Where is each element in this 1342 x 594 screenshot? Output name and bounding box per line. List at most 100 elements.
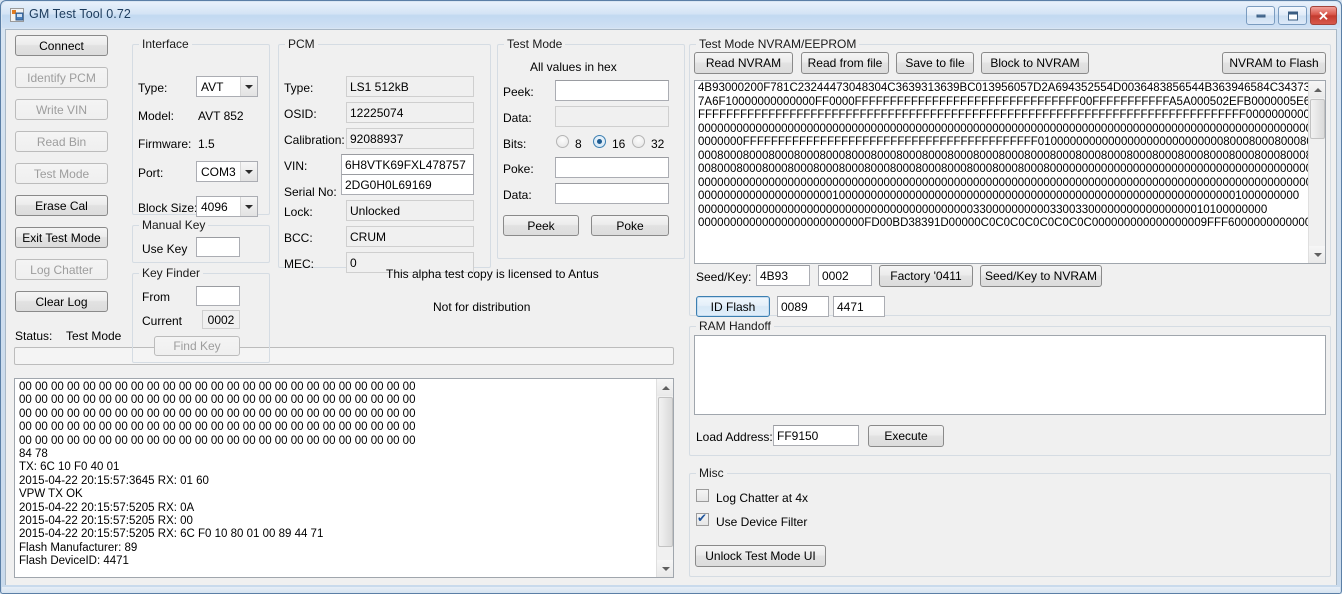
poke-input[interactable] <box>555 157 669 178</box>
bits-radio-16[interactable] <box>593 135 606 148</box>
save-to-file-button[interactable]: Save to file <box>896 52 974 74</box>
seed-key-to-nvram-button[interactable]: Seed/Key to NVRAM <box>980 265 1102 287</box>
pcm-mec-value: 0 <box>350 256 357 270</box>
clear-log-button[interactable]: Clear Log <box>15 291 108 312</box>
interface-port-select[interactable]: COM3 <box>196 161 258 182</box>
nvram-caption: Test Mode NVRAM/EEPROM <box>696 37 860 51</box>
pcm-vin-input[interactable]: 6H8VTK69FXL478757 <box>341 154 474 175</box>
read-from-file-button[interactable]: Read from file <box>801 52 889 74</box>
identify-pcm-button[interactable]: Identify PCM <box>15 67 108 88</box>
log-chatter-checkbox[interactable] <box>696 489 709 502</box>
nvram-to-flash-button[interactable]: NVRAM to Flash <box>1222 52 1326 74</box>
key-finder-caption: Key Finder <box>139 266 204 280</box>
exit-test-mode-button[interactable]: Exit Test Mode <box>15 227 108 248</box>
interface-firmware-label: Firmware: <box>138 137 192 151</box>
maximize-button[interactable] <box>1278 6 1307 25</box>
nvram-hex-text: 4B93000200F781C23244473048304C3639313639… <box>698 82 1326 229</box>
maximize-icon <box>1287 11 1298 20</box>
status-label: Status: <box>15 329 53 343</box>
scroll-thumb[interactable] <box>658 397 673 547</box>
button-label: Identify PCM <box>27 70 96 85</box>
pcm-serial-input[interactable]: 2DG0H0L69169 <box>341 174 474 195</box>
find-key-button[interactable]: Find Key <box>154 336 240 356</box>
chevron-down-icon[interactable] <box>240 162 257 181</box>
factory-key-button[interactable]: Factory '0411 <box>879 265 973 287</box>
load-address-input[interactable]: FF9150 <box>773 425 859 446</box>
block-to-nvram-button[interactable]: Block to NVRAM <box>981 52 1089 74</box>
flash-manufacturer-input[interactable]: 0089 <box>777 296 829 317</box>
poke-data-input[interactable] <box>555 183 669 204</box>
button-label: Write VIN <box>35 102 88 117</box>
button-label: Execute <box>884 429 928 443</box>
use-key-label: Use Key <box>142 242 188 256</box>
use-key-input[interactable] <box>196 237 240 257</box>
test-mode-button[interactable]: Test Mode <box>15 163 108 184</box>
key-finder-from-input[interactable] <box>196 286 240 306</box>
pcm-osid-label: OSID: <box>284 107 317 121</box>
scroll-down-button[interactable] <box>657 560 673 577</box>
button-label: Find Key <box>173 339 221 353</box>
button-label: NVRAM to Flash <box>1229 56 1319 70</box>
chevron-down-icon[interactable] <box>240 77 257 96</box>
interface-model-value: AVT 852 <box>198 109 244 123</box>
app-icon <box>10 8 24 22</box>
ram-handoff-textarea[interactable] <box>694 335 1326 415</box>
nvram-scrollbar[interactable] <box>1308 81 1325 263</box>
button-label: Poke <box>616 218 644 233</box>
pcm-lock-field: Unlocked <box>346 200 474 221</box>
flash-device-input[interactable]: 4471 <box>833 296 885 317</box>
log-output[interactable]: 00 00 00 00 00 00 00 00 00 00 00 00 00 0… <box>14 378 674 578</box>
button-label: ID Flash <box>710 299 756 314</box>
button-label: Log Chatter <box>30 262 93 277</box>
client-area: Connect Identify PCM Write VIN Read Bin … <box>5 29 1337 585</box>
connect-button[interactable]: Connect <box>15 35 108 56</box>
close-button[interactable]: ✕ <box>1310 6 1337 25</box>
pcm-caption: PCM <box>285 37 318 51</box>
interface-type-value: AVT <box>201 79 224 94</box>
pcm-calibration-field: 92088937 <box>346 128 474 149</box>
test-mode-hint: All values in hex <box>530 60 617 74</box>
interface-block-size-select[interactable]: 4096 <box>196 196 258 217</box>
bits-radio-32[interactable] <box>632 135 645 148</box>
button-label: Peek <box>527 218 555 233</box>
ram-handoff-caption: RAM Handoff <box>696 319 774 333</box>
scroll-up-button[interactable] <box>657 379 673 396</box>
bits-radio-8[interactable] <box>556 135 569 148</box>
unlock-test-mode-ui-button[interactable]: Unlock Test Mode UI <box>695 545 826 567</box>
load-address-value: FF9150 <box>777 429 819 443</box>
title-bar: GM Test Tool 0.72 ✕ <box>2 2 1340 28</box>
minimize-button[interactable] <box>1246 6 1275 25</box>
load-address-label: Load Address: <box>696 430 773 444</box>
read-nvram-button[interactable]: Read NVRAM <box>694 52 793 74</box>
seed-input[interactable]: 4B93 <box>756 265 810 286</box>
interface-model-label: Model: <box>138 109 175 123</box>
peek-button[interactable]: Peek <box>503 215 579 236</box>
scroll-up-button[interactable] <box>1309 81 1325 98</box>
close-icon: ✕ <box>1318 8 1329 23</box>
erase-cal-button[interactable]: Erase Cal <box>15 195 108 216</box>
log-scrollbar[interactable] <box>656 379 673 577</box>
pcm-calibration-value: 92088937 <box>350 132 404 146</box>
interface-block-size-label: Block Size: <box>138 201 198 215</box>
button-label: Exit Test Mode <box>22 230 101 245</box>
read-bin-button[interactable]: Read Bin <box>15 131 108 152</box>
nvram-hex-view[interactable]: 4B93000200F781C23244473048304C3639313639… <box>694 80 1326 264</box>
chevron-down-icon[interactable] <box>240 197 257 216</box>
log-chatter-button[interactable]: Log Chatter <box>15 259 108 280</box>
peek-input[interactable] <box>555 80 669 101</box>
poke-button[interactable]: Poke <box>591 215 669 236</box>
pcm-bcc-label: BCC: <box>284 231 313 245</box>
device-filter-checkbox[interactable] <box>696 511 709 526</box>
flash-manufacturer-value: 0089 <box>781 300 808 314</box>
manual-key-caption: Manual Key <box>139 218 209 232</box>
interface-type-select[interactable]: AVT <box>196 76 258 97</box>
key-input[interactable]: 0002 <box>818 265 872 286</box>
write-vin-button[interactable]: Write VIN <box>15 99 108 120</box>
scroll-down-button[interactable] <box>1309 246 1325 263</box>
scroll-thumb[interactable] <box>1310 99 1325 139</box>
id-flash-button[interactable]: ID Flash <box>696 296 770 317</box>
pcm-osid-field: 12225074 <box>346 102 474 123</box>
execute-button[interactable]: Execute <box>868 425 944 447</box>
license-line-1: This alpha test copy is licensed to Antu… <box>386 267 599 281</box>
window-title: GM Test Tool 0.72 <box>29 7 131 21</box>
